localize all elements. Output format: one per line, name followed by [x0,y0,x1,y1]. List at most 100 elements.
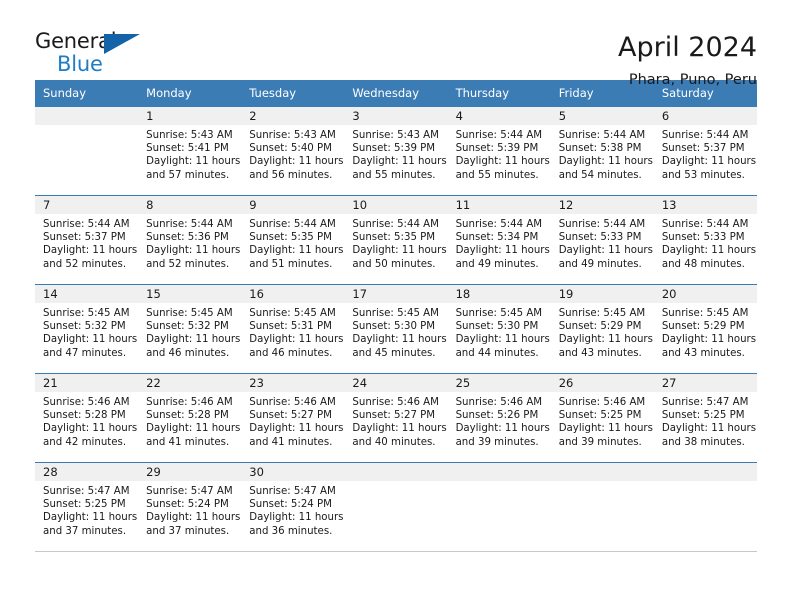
daylight-text-line1: Daylight: 11 hours [455,245,550,257]
calendar-cell[interactable]: 1 Sunrise: 5:43 AM Sunset: 5:41 PM Daylight… [138,106,242,196]
calendar-cell[interactable]: 28 Sunrise: 5:47 AM Sunset: 5:25 PM Dayligh… [35,462,139,552]
weekday-header-thursday: Thursday [447,80,551,107]
day-number [550,463,654,481]
day-details: Sunrise: 5:46 AM Sunset: 5:25 PM Daylight:… [551,392,654,449]
calendar-cell[interactable]: 9 Sunrise: 5:44 AM Sunset: 5:35 PM Daylight… [241,195,345,285]
day-number: 12 [550,196,654,214]
day-number: 6 [653,107,757,125]
calendar-cell[interactable]: 18 Sunrise: 5:45 AM Sunset: 5:30 PM Dayligh… [447,284,551,374]
day-cell: 11 Sunrise: 5:44 AM Sunset: 5:34 PM Dayligh… [447,196,551,284]
day-details: Sunrise: 5:44 AM Sunset: 5:33 PM Daylight:… [551,214,654,271]
day-number [447,463,551,481]
day-details: Sunrise: 5:44 AM Sunset: 5:34 PM Daylight:… [448,214,551,271]
calendar-cell[interactable]: 30 Sunrise: 5:47 AM Sunset: 5:24 PM Dayligh… [241,462,345,552]
calendar-cell[interactable]: 7 Sunrise: 5:44 AM Sunset: 5:37 PM Daylight… [35,195,139,285]
calendar-cell[interactable]: 15 Sunrise: 5:45 AM Sunset: 5:32 PM Dayligh… [138,284,242,374]
sunrise-text: Sunrise: 5:44 AM [249,219,336,230]
calendar-cell[interactable]: 11 Sunrise: 5:44 AM Sunset: 5:34 PM Dayligh… [447,195,551,285]
calendar-cell[interactable]: 16 Sunrise: 5:45 AM Sunset: 5:31 PM Dayligh… [241,284,345,374]
day-details: Sunrise: 5:45 AM Sunset: 5:32 PM Daylight:… [138,303,241,360]
sunrise-text: Sunrise: 5:47 AM [146,486,233,497]
calendar-cell[interactable]: 27 Sunrise: 5:47 AM Sunset: 5:25 PM Dayligh… [653,373,757,463]
day-details: Sunrise: 5:47 AM Sunset: 5:25 PM Daylight:… [35,481,138,538]
daylight-text-line2: and 43 minutes. [661,347,745,359]
calendar-cell[interactable]: 2 Sunrise: 5:43 AM Sunset: 5:40 PM Daylight… [241,106,345,196]
calendar-cell[interactable]: 3 Sunrise: 5:43 AM Sunset: 5:39 PM Daylight… [344,106,448,196]
day-number: 14 [35,285,139,303]
sunset-text: Sunset: 5:25 PM [43,499,126,511]
daylight-text-line1: Daylight: 11 hours [146,512,241,524]
calendar-cell[interactable]: 21 Sunrise: 5:46 AM Sunset: 5:28 PM Dayligh… [35,373,139,463]
day-number: 18 [447,285,551,303]
calendar-cell[interactable]: 5 Sunrise: 5:44 AM Sunset: 5:38 PM Daylight… [550,106,654,196]
calendar-cell[interactable]: 22 Sunrise: 5:46 AM Sunset: 5:28 PM Dayligh… [138,373,242,463]
day-details: Sunrise: 5:46 AM Sunset: 5:27 PM Daylight:… [241,392,344,449]
daylight-text-line1: Daylight: 11 hours [43,334,138,346]
calendar-cell[interactable]: 24 Sunrise: 5:46 AM Sunset: 5:27 PM Dayligh… [344,373,448,463]
calendar-cell[interactable]: 26 Sunrise: 5:46 AM Sunset: 5:25 PM Dayligh… [550,373,654,463]
day-details: Sunrise: 5:43 AM Sunset: 5:39 PM Daylight:… [344,125,447,182]
daylight-text-line1: Daylight: 11 hours [352,334,447,346]
calendar-cell[interactable]: 6 Sunrise: 5:44 AM Sunset: 5:37 PM Daylight… [653,106,757,196]
calendar-cell[interactable]: 14 Sunrise: 5:45 AM Sunset: 5:32 PM Dayligh… [35,284,139,374]
day-number: 22 [138,374,242,392]
sunrise-text: Sunrise: 5:43 AM [249,130,336,141]
sunrise-text: Sunrise: 5:47 AM [43,486,130,497]
brand-logo[interactable]: General Blue [35,30,150,76]
daylight-text-line1: Daylight: 11 hours [558,245,653,257]
sunset-text: Sunset: 5:31 PM [249,321,332,333]
daylight-text-line2: and 36 minutes. [249,525,333,537]
sunrise-text: Sunrise: 5:46 AM [249,397,336,408]
day-number: 3 [344,107,448,125]
day-details: Sunrise: 5:44 AM Sunset: 5:37 PM Daylight:… [35,214,138,271]
day-details: Sunrise: 5:43 AM Sunset: 5:41 PM Daylight:… [138,125,241,182]
day-details: Sunrise: 5:45 AM Sunset: 5:30 PM Daylight:… [344,303,447,360]
calendar-cell[interactable]: 4 Sunrise: 5:44 AM Sunset: 5:39 PM Daylight… [447,106,551,196]
day-cell: 21 Sunrise: 5:46 AM Sunset: 5:28 PM Dayligh… [35,374,139,462]
triangle-icon [104,34,140,54]
calendar-week-row: 7 Sunrise: 5:44 AM Sunset: 5:37 PM Daylight… [35,195,757,285]
day-cell: 25 Sunrise: 5:46 AM Sunset: 5:26 PM Dayligh… [447,374,551,462]
day-details: Sunrise: 5:44 AM Sunset: 5:39 PM Daylight:… [448,125,551,182]
daylight-text-line1: Daylight: 11 hours [661,156,757,168]
day-cell: 14 Sunrise: 5:45 AM Sunset: 5:32 PM Dayligh… [35,285,139,373]
calendar-cell[interactable]: 8 Sunrise: 5:44 AM Sunset: 5:36 PM Daylight… [138,195,242,285]
sunset-text: Sunset: 5:26 PM [455,410,539,422]
daylight-text-line2: and 55 minutes. [352,169,436,181]
weekday-header-wednesday: Wednesday [344,80,448,107]
calendar-cell[interactable]: 25 Sunrise: 5:46 AM Sunset: 5:26 PM Dayligh… [447,373,551,463]
calendar-cell [344,462,448,552]
day-number: 7 [35,196,139,214]
calendar-cell [447,462,551,552]
daylight-text-line2: and 49 minutes. [558,258,642,270]
sunrise-text: Sunrise: 5:45 AM [352,308,439,319]
calendar-cell[interactable]: 10 Sunrise: 5:44 AM Sunset: 5:35 PM Dayligh… [344,195,448,285]
daylight-text-line1: Daylight: 11 hours [455,423,550,435]
sunset-text: Sunset: 5:28 PM [146,410,229,422]
daylight-text-line1: Daylight: 11 hours [455,334,550,346]
calendar-cell[interactable]: 19 Sunrise: 5:45 AM Sunset: 5:29 PM Dayligh… [550,284,654,374]
day-details: Sunrise: 5:44 AM Sunset: 5:35 PM Daylight:… [344,214,447,271]
sunrise-text: Sunrise: 5:43 AM [146,130,233,141]
day-cell: 22 Sunrise: 5:46 AM Sunset: 5:28 PM Dayligh… [138,374,242,462]
calendar-cell[interactable]: 29 Sunrise: 5:47 AM Sunset: 5:24 PM Dayligh… [138,462,242,552]
calendar-cell[interactable]: 20 Sunrise: 5:45 AM Sunset: 5:29 PM Dayligh… [653,284,757,374]
day-number: 23 [241,374,345,392]
sunset-text: Sunset: 5:30 PM [455,321,539,333]
title-block: April 2024 Phara, Puno, Peru [618,30,757,90]
daylight-text-line2: and 38 minutes. [661,436,745,448]
day-number: 26 [550,374,654,392]
calendar-cell[interactable]: 23 Sunrise: 5:46 AM Sunset: 5:27 PM Dayligh… [241,373,345,463]
calendar-cell[interactable]: 12 Sunrise: 5:44 AM Sunset: 5:33 PM Dayligh… [550,195,654,285]
day-cell [550,463,654,551]
daylight-text-line1: Daylight: 11 hours [455,156,550,168]
daylight-text-line1: Daylight: 11 hours [661,423,757,435]
day-details: Sunrise: 5:45 AM Sunset: 5:29 PM Daylight:… [654,303,757,360]
calendar-body: 1 Sunrise: 5:43 AM Sunset: 5:41 PM Daylight… [35,106,757,552]
calendar-cell[interactable]: 13 Sunrise: 5:44 AM Sunset: 5:33 PM Dayligh… [653,195,757,285]
calendar-table: Sunday Monday Tuesday Wednesday Thursday… [35,80,757,552]
calendar-cell[interactable]: 17 Sunrise: 5:45 AM Sunset: 5:30 PM Dayligh… [344,284,448,374]
daylight-text-line2: and 55 minutes. [455,169,539,181]
daylight-text-line2: and 39 minutes. [558,436,642,448]
daylight-text-line1: Daylight: 11 hours [43,423,138,435]
